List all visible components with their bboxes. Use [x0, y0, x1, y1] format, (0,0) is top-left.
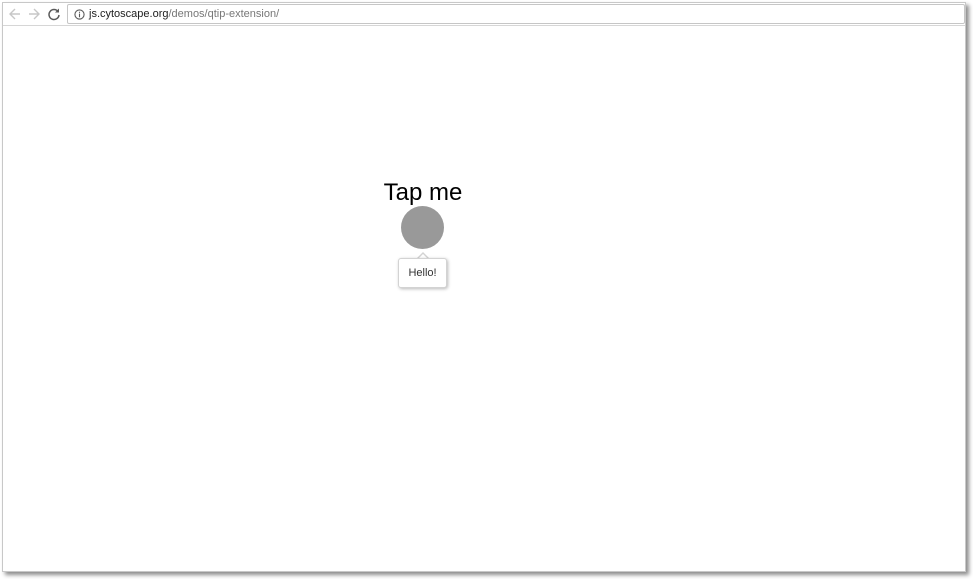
url-text: js.cytoscape.org/demos/qtip-extension/: [89, 5, 279, 23]
address-bar[interactable]: js.cytoscape.org/demos/qtip-extension/: [67, 4, 965, 24]
forward-button[interactable]: [25, 5, 43, 23]
cytoscape-canvas[interactable]: Tap me Hello!: [3, 26, 965, 571]
arrow-right-icon: [27, 7, 41, 21]
graph-node[interactable]: [401, 206, 444, 249]
qtip-tooltip: Hello!: [398, 258, 447, 288]
arrow-left-icon: [8, 7, 22, 21]
node-label: Tap me: [383, 179, 463, 206]
url-host: js.cytoscape.org: [89, 8, 169, 20]
reload-button[interactable]: [45, 5, 63, 23]
url-path: /demos/qtip-extension/: [168, 8, 280, 20]
browser-toolbar: js.cytoscape.org/demos/qtip-extension/: [3, 3, 965, 26]
info-icon[interactable]: [73, 8, 85, 20]
back-button[interactable]: [6, 5, 24, 23]
browser-window: js.cytoscape.org/demos/qtip-extension/ T…: [2, 2, 966, 572]
reload-icon: [47, 7, 61, 21]
